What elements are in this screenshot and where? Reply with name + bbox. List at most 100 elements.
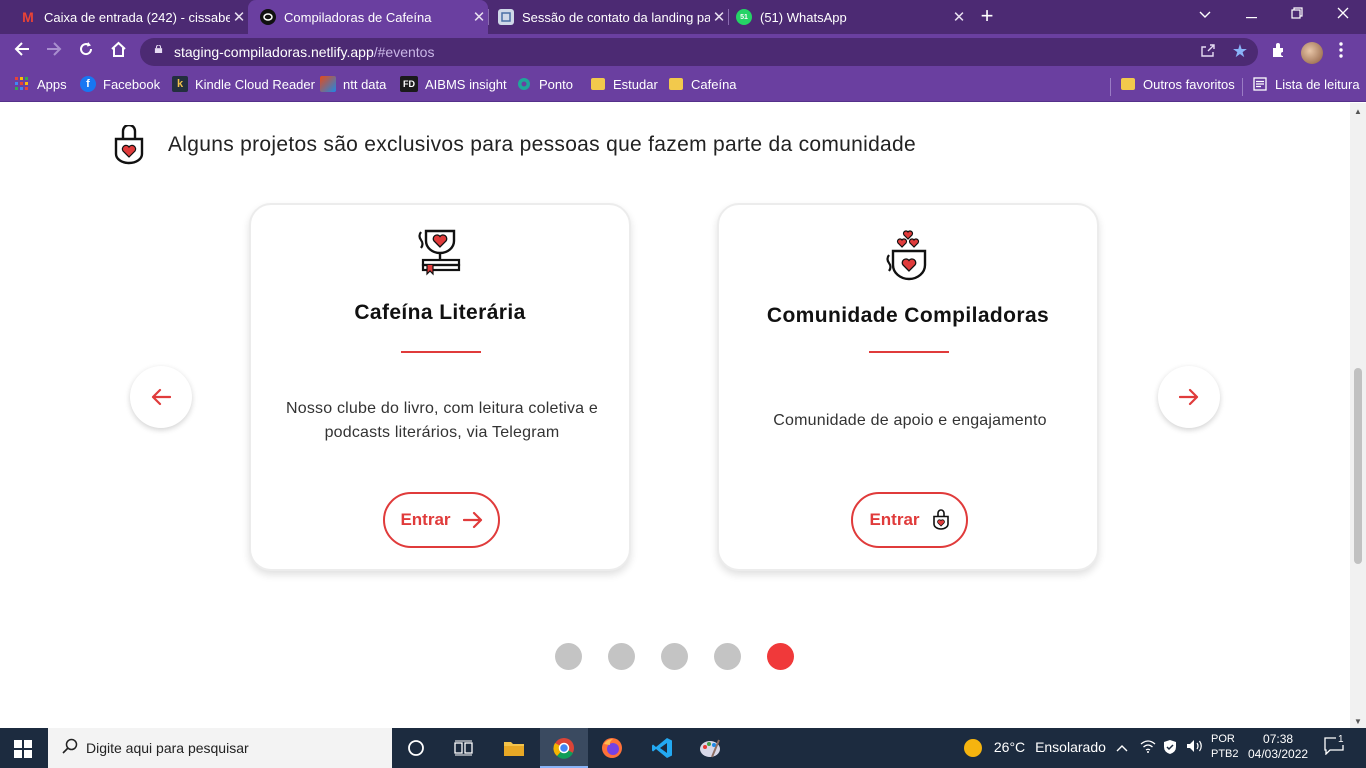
reload-icon [80,42,93,56]
section-heading-text: Alguns projetos são exclusivos para pess… [168,133,916,156]
forward-button[interactable] [42,40,66,64]
vscode-icon[interactable] [650,736,674,760]
lang-line-2: PTB2 [1211,748,1239,760]
bookmark-label: Facebook [103,76,161,92]
extensions-icon[interactable] [1270,42,1286,63]
enter-button-label: Entrar [400,510,451,529]
chrome-icon[interactable] [552,736,576,760]
arrow-right-icon [47,42,62,56]
windows-taskbar: Digite aqui para pesquisar 26°C Ensolara… [0,728,1366,768]
card-description: Comunidade de apoio e engajamento [773,412,1047,429]
firefox-icon[interactable] [600,736,624,760]
file-explorer-icon[interactable] [502,736,526,760]
ntt-icon [320,76,336,92]
bookmark-label: Estudar [613,76,658,92]
carousel-next-button[interactable] [1158,366,1220,428]
tab-divider [488,9,489,25]
weather-widget[interactable]: 26°C Ensolarado [964,739,1106,758]
scroll-down-icon[interactable]: ▼ [1354,717,1362,726]
chevron-down-icon [1199,11,1211,18]
close-window-button[interactable] [1320,0,1366,34]
bookmark-lista-leitura[interactable]: Lista de leitura [1252,76,1360,92]
clock-time: 07:38 [1263,732,1294,746]
input-language[interactable]: POR PTB2 [1211,732,1239,762]
home-icon [110,41,126,57]
tab-search-button[interactable] [1182,0,1228,34]
carousel-dot[interactable] [608,643,635,670]
share-icon[interactable] [1200,43,1216,61]
carousel-dot[interactable] [714,643,741,670]
gmail-icon: M [22,9,34,25]
close-icon[interactable]: ✕ [470,8,488,26]
tab-whatsapp[interactable]: 51 (51) WhatsApp ✕ [728,0,968,34]
minimize-button[interactable] [1228,0,1274,34]
reload-button[interactable] [74,40,98,64]
lock-icon [154,45,163,53]
close-icon[interactable]: ✕ [710,8,728,26]
taskbar-clock[interactable]: 07:38 04/03/2022 [1248,732,1308,762]
enter-button[interactable]: Entrar [383,492,500,548]
browser-tab-bar: M Caixa de entrada (242) - cissabele ✕ C… [0,0,1366,34]
taskbar-search-box[interactable]: Digite aqui para pesquisar [48,728,392,768]
bookmark-outros-favoritos[interactable]: Outros favoritos [1120,76,1235,92]
task-view-icon[interactable] [452,736,476,760]
bookmark-label: Ponto [539,76,573,92]
carousel-dot-active[interactable] [767,643,794,670]
bookmark-estudar[interactable]: Estudar [590,76,658,92]
bookmark-star-icon[interactable]: ★ [1232,41,1248,62]
bookmark-apps[interactable]: Apps [14,76,67,92]
cortana-icon[interactable] [404,736,428,760]
card-title: Comunidade Compiladoras [766,304,1050,327]
tab-title: (51) WhatsApp [760,9,847,25]
bookmark-ntt[interactable]: ntt data [320,76,386,92]
carousel-pagination [555,643,820,670]
volume-icon[interactable] [1186,739,1204,756]
back-button[interactable] [10,40,34,64]
doc-icon [498,9,514,25]
paint-icon[interactable] [698,736,722,760]
bookmark-aibms[interactable]: FD AIBMS insight [400,76,507,92]
bookmark-kindle[interactable]: k Kindle Cloud Reader [172,76,315,92]
section-heading: Alguns projetos são exclusivos para pess… [112,125,916,165]
carousel-dot[interactable] [555,643,582,670]
restore-button[interactable] [1274,0,1320,34]
windows-start-button[interactable] [14,740,32,758]
wifi-icon[interactable] [1140,739,1156,756]
bookmark-ponto[interactable]: Ponto [516,76,573,92]
bookmark-label: Lista de leitura [1275,76,1360,92]
home-button[interactable] [106,40,130,64]
security-shield-icon[interactable] [1163,739,1177,758]
url-text: staging-compiladoras.netlify.app/#evento… [174,44,434,60]
bookmark-cafeina[interactable]: Cafeína [668,76,737,92]
carousel-dot[interactable] [661,643,688,670]
tab-title: Caixa de entrada (242) - cissabele [44,9,230,25]
clock-date: 04/03/2022 [1248,747,1309,761]
scroll-up-icon[interactable]: ▲ [1354,107,1362,116]
scrollbar-thumb[interactable] [1354,368,1362,564]
notifications-button[interactable]: 1 [1324,734,1346,758]
card-divider [869,351,949,353]
bookmark-divider [1242,78,1243,96]
new-tab-button[interactable]: + [976,5,998,29]
url-host: staging-compiladoras.netlify.app [174,44,374,60]
apps-grid-icon [14,76,30,92]
enter-button[interactable]: Entrar [851,492,968,548]
tab-gmail[interactable]: M Caixa de entrada (242) - cissabele ✕ [8,0,248,34]
bookmark-label: Outros favoritos [1143,76,1235,92]
bookmark-label: ntt data [343,76,387,92]
bookmark-facebook[interactable]: f Facebook [80,76,160,92]
tray-expand-icon[interactable] [1116,739,1128,755]
close-icon[interactable]: ✕ [950,8,968,26]
tab-sessao[interactable]: Sessão de contato da landing pa ✕ [488,0,728,34]
community-lock-icon [932,509,949,530]
restore-icon [1291,7,1303,19]
profile-avatar[interactable] [1301,42,1323,64]
tab-compiladoras[interactable]: Compiladoras de Cafeína ✕ [248,0,488,34]
close-icon [1337,7,1349,19]
carousel-prev-button[interactable] [130,366,192,428]
page-scrollbar[interactable]: ▲ ▼ [1350,103,1366,728]
menu-kebab-icon[interactable] [1339,42,1343,63]
address-bar[interactable]: staging-compiladoras.netlify.app/#evento… [140,38,1258,66]
url-path: /#eventos [373,44,435,60]
close-icon[interactable]: ✕ [230,8,248,26]
